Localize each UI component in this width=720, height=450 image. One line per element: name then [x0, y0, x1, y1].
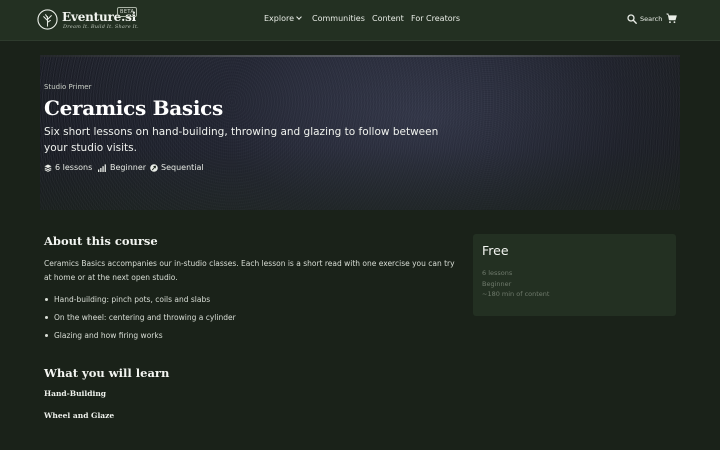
about-heading: About this course	[44, 234, 158, 248]
nav-communities[interactable]: Communities	[312, 14, 365, 23]
signal-bars-icon	[98, 163, 106, 172]
brand-tagline: Dream It. Build It. Share It.	[63, 24, 139, 30]
meta-lessons-label: 6 lessons	[55, 163, 93, 172]
learn-heading: What you will learn	[44, 366, 170, 380]
card-duration: ~180 min of content	[482, 290, 550, 298]
card-level: Beginner	[482, 280, 512, 288]
meta-level-label: Beginner	[110, 163, 147, 172]
course-category[interactable]: Studio Primer	[44, 83, 91, 91]
meta-level: Beginner	[98, 163, 146, 172]
about-description: Ceramics Basics accompanies our in-studi…	[44, 259, 455, 282]
learn-section-item[interactable]: Wheel and Glaze	[44, 411, 114, 420]
search-button[interactable]: Search	[640, 15, 662, 23]
meta-order-label: Sequential	[161, 163, 204, 172]
learn-section-item[interactable]: Hand-Building	[44, 389, 106, 398]
meta-lessons: 6 lessons	[44, 163, 92, 172]
meta-order: Sequential	[150, 163, 204, 172]
list-item: Hand-building: pinch pots, coils and sla…	[44, 295, 210, 304]
nav-explore[interactable]: Explore	[264, 14, 302, 23]
route-icon	[150, 163, 158, 172]
chevron-down-icon	[296, 14, 302, 20]
price-label: Free	[482, 243, 509, 258]
course-subtitle: Six short lessons on hand-building, thro…	[44, 126, 439, 154]
card-lessons: 6 lessons	[482, 269, 513, 277]
tree-logo-icon[interactable]	[37, 9, 58, 30]
page-title: Ceramics Basics	[44, 96, 223, 120]
beta-badge: BETA	[117, 7, 138, 17]
nav-content[interactable]: Content	[372, 14, 404, 23]
search-icon[interactable]	[627, 14, 637, 24]
nav-for-creators[interactable]: For Creators	[411, 14, 460, 23]
cart-icon[interactable]	[666, 13, 677, 24]
top-navbar: Eventure.si BETA Dream It. Build It. Sha…	[0, 0, 720, 41]
nav-explore-label: Explore	[264, 14, 295, 23]
list-item: Glazing and how firing works	[44, 331, 163, 340]
list-item: On the wheel: centering and throwing a c…	[44, 313, 236, 322]
layers-icon	[44, 164, 52, 172]
